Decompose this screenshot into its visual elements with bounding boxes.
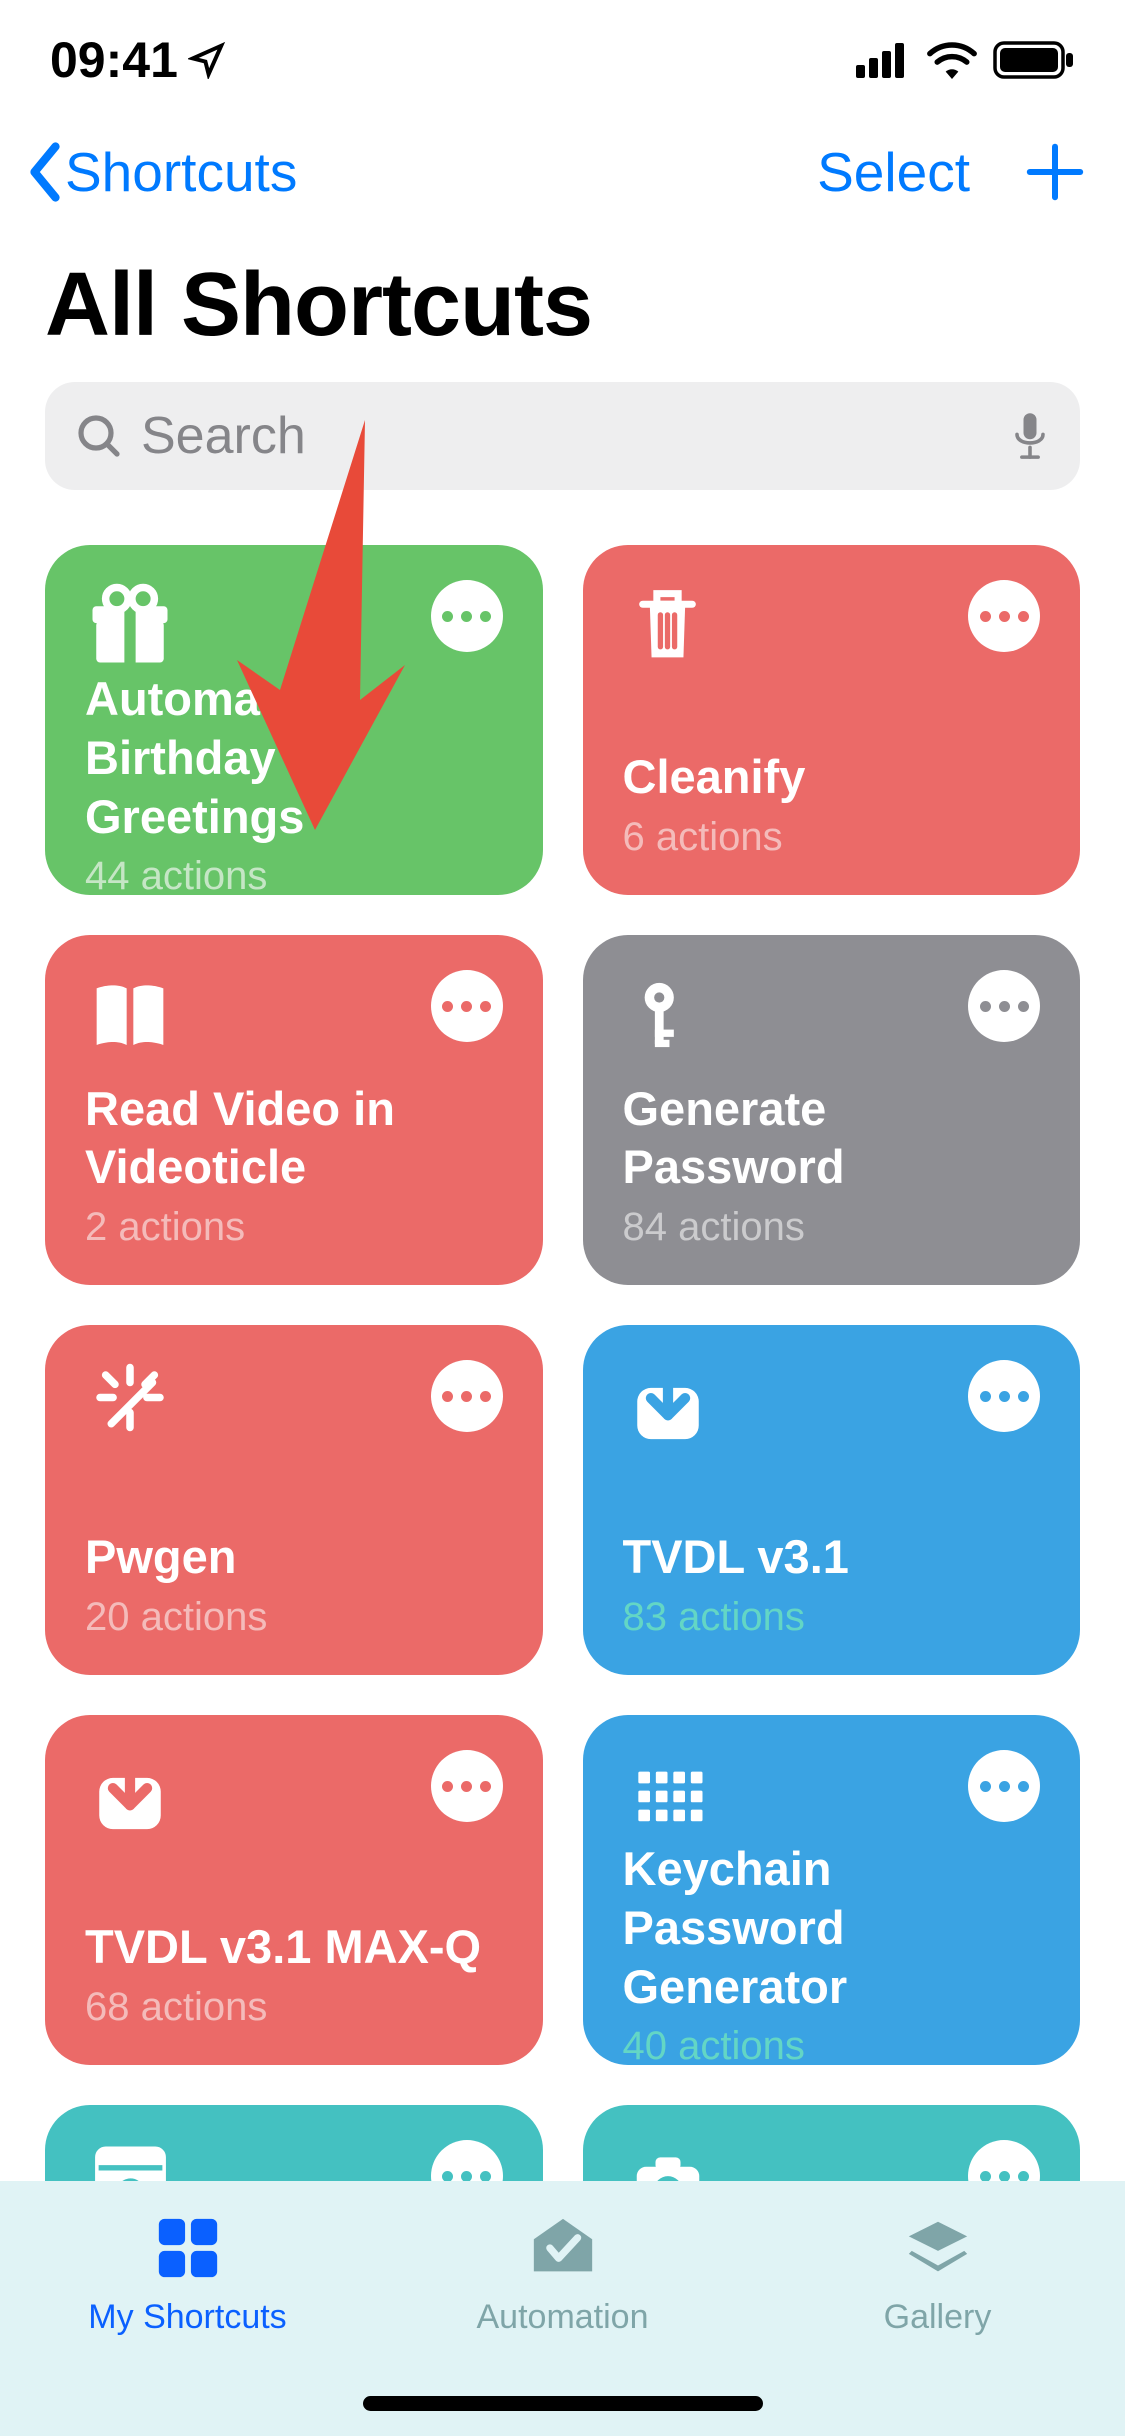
download-icon <box>85 1750 175 1840</box>
shortcut-card[interactable]: Automated Birthday Greetings44 actions <box>45 545 543 895</box>
shortcut-title: Keychain Password Generator <box>623 1840 1041 2016</box>
status-indicators <box>856 41 1075 79</box>
shortcut-card[interactable] <box>583 2105 1081 2181</box>
shortcut-subtitle: 20 actions <box>85 1595 503 1640</box>
page-title: All Shortcuts <box>0 224 1125 382</box>
grid-icon <box>623 1750 713 1840</box>
squares-icon <box>153 2213 223 2283</box>
shortcut-card[interactable]: TVDL v3.1 83 actions <box>583 1325 1081 1675</box>
search-bar[interactable] <box>45 382 1080 490</box>
tab-automation[interactable]: Automation <box>413 2213 713 2337</box>
tab-gallery[interactable]: Gallery <box>788 2213 1088 2337</box>
status-time-text: 09:41 <box>50 31 178 89</box>
tab-label: Automation <box>477 2298 649 2337</box>
key-icon <box>623 970 713 1060</box>
shortcut-card[interactable]: Generate Password 84 actions <box>583 935 1081 1285</box>
camera-icon <box>623 2140 713 2181</box>
shortcut-subtitle: 83 actions <box>623 1595 1041 1640</box>
more-button[interactable] <box>431 1360 503 1432</box>
washer-icon <box>85 2140 175 2181</box>
stack-icon <box>903 2213 973 2283</box>
shortcut-subtitle: 44 actions <box>85 854 503 899</box>
more-button[interactable] <box>968 970 1040 1042</box>
more-button[interactable] <box>431 970 503 1042</box>
status-time: 09:41 <box>50 31 226 89</box>
clockcheck-icon <box>528 2213 598 2283</box>
shortcut-title: TVDL v3.1 <box>623 1528 1041 1587</box>
gift-icon <box>85 580 175 670</box>
search-input[interactable] <box>141 406 992 466</box>
book-icon <box>85 970 175 1060</box>
more-button[interactable] <box>431 580 503 652</box>
nav-bar: Shortcuts Select <box>0 120 1125 224</box>
shortcut-card[interactable]: Keychain Password Generator40 actions <box>583 1715 1081 2065</box>
shortcut-title: TVDL v3.1 MAX-Q <box>85 1918 503 1977</box>
home-indicator[interactable] <box>363 2396 763 2411</box>
more-button[interactable] <box>968 2140 1040 2181</box>
shortcut-card[interactable]: Read Video in Videoticle 2 actions <box>45 935 543 1285</box>
wand-icon <box>85 1360 175 1450</box>
more-button[interactable] <box>431 1750 503 1822</box>
back-label: Shortcuts <box>65 140 297 204</box>
shortcut-subtitle: 84 actions <box>623 1205 1041 1250</box>
shortcut-card[interactable]: Cleanify 6 actions <box>583 545 1081 895</box>
shortcut-subtitle: 68 actions <box>85 1985 503 2030</box>
shortcut-card[interactable] <box>45 2105 543 2181</box>
more-button[interactable] <box>968 1750 1040 1822</box>
shortcut-card[interactable]: Pwgen 20 actions <box>45 1325 543 1675</box>
back-button[interactable]: Shortcuts <box>25 140 297 204</box>
shortcuts-grid: Automated Birthday Greetings44 actionsCl… <box>0 545 1125 2181</box>
wifi-icon <box>926 41 978 79</box>
shortcut-title: Pwgen <box>85 1528 503 1587</box>
shortcut-title: Automated Birthday Greetings <box>85 670 503 846</box>
shortcut-title: Cleanify <box>623 748 1041 807</box>
tab-my-shortcuts[interactable]: My Shortcuts <box>38 2213 338 2337</box>
shortcut-card[interactable]: TVDL v3.1 MAX-Q 68 actions <box>45 1715 543 2065</box>
battery-icon <box>993 41 1075 79</box>
more-button[interactable] <box>431 2140 503 2181</box>
add-button[interactable] <box>1025 142 1085 202</box>
select-button[interactable]: Select <box>817 140 970 204</box>
more-button[interactable] <box>968 580 1040 652</box>
tab-label: My Shortcuts <box>88 2298 286 2337</box>
shortcut-title: Read Video in Videoticle <box>85 1080 503 1198</box>
location-arrow-icon <box>188 41 226 79</box>
status-bar: 09:41 <box>0 0 1125 120</box>
chevron-left-icon <box>25 142 65 202</box>
microphone-icon[interactable] <box>1010 410 1050 462</box>
cellular-signal-icon <box>856 43 911 78</box>
tab-label: Gallery <box>884 2298 992 2337</box>
shortcut-subtitle: 40 actions <box>623 2024 1041 2069</box>
shortcut-title: Generate Password <box>623 1080 1041 1198</box>
search-icon <box>75 412 123 460</box>
shortcut-subtitle: 6 actions <box>623 815 1041 860</box>
download-icon <box>623 1360 713 1450</box>
shortcut-subtitle: 2 actions <box>85 1205 503 1250</box>
more-button[interactable] <box>968 1360 1040 1432</box>
trash-icon <box>623 580 713 670</box>
